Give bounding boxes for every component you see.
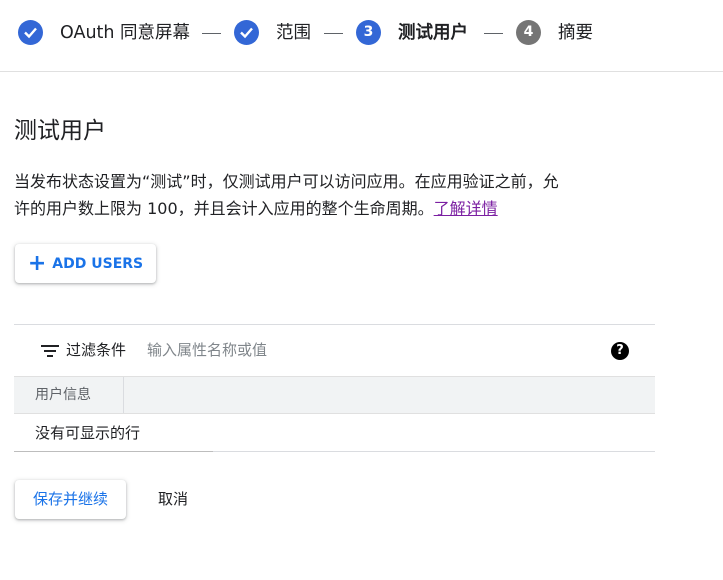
description-line-1: 当发布状态设置为“测试”时，仅测试用户可以访问应用。在应用验证之前，允: [14, 172, 559, 191]
help-icon[interactable]: ?: [611, 342, 629, 360]
step-separator: [324, 33, 343, 34]
filter-input[interactable]: [147, 337, 447, 363]
filter-bar: 过滤条件 ?: [14, 324, 655, 376]
divider: [14, 451, 213, 452]
step-2-check-icon[interactable]: [234, 20, 259, 45]
step-separator: [202, 33, 221, 34]
plus-icon: +: [27, 250, 47, 276]
page-title: 测试用户: [14, 118, 106, 144]
cancel-button[interactable]: 取消: [140, 480, 206, 519]
table-header-row: 用户信息: [14, 376, 655, 414]
stepper: OAuth 同意屏幕 范围 3 测试用户 4 摘要: [0, 0, 723, 72]
description-line-2: 许的用户数上限为 100，并且会计入应用的整个生命周期。: [14, 199, 434, 218]
users-table: 过滤条件 ? 用户信息 没有可显示的行: [14, 324, 655, 452]
add-users-label: ADD USERS: [52, 255, 144, 272]
page-description: 当发布状态设置为“测试”时，仅测试用户可以访问应用。在应用验证之前，允 许的用户…: [14, 168, 654, 222]
save-and-continue-button[interactable]: 保存并继续: [15, 480, 126, 519]
learn-more-link[interactable]: 了解详情: [434, 199, 498, 218]
step-2-label[interactable]: 范围: [276, 20, 311, 46]
filter-label: 过滤条件: [66, 341, 127, 359]
table-empty-row: 没有可显示的行: [14, 414, 655, 452]
step-separator: [484, 33, 503, 34]
column-header-user-info[interactable]: 用户信息: [14, 377, 124, 413]
add-users-button[interactable]: + ADD USERS: [15, 244, 156, 283]
step-3-number[interactable]: 3: [356, 20, 381, 45]
filter-icon[interactable]: [41, 345, 59, 357]
step-3-label[interactable]: 测试用户: [398, 20, 468, 46]
step-1-label[interactable]: OAuth 同意屏幕: [60, 20, 190, 46]
step-1-check-icon[interactable]: [18, 20, 43, 45]
step-4-label: 摘要: [558, 23, 593, 43]
step-4-number: 4: [516, 20, 541, 45]
empty-message: 没有可显示的行: [35, 424, 141, 442]
